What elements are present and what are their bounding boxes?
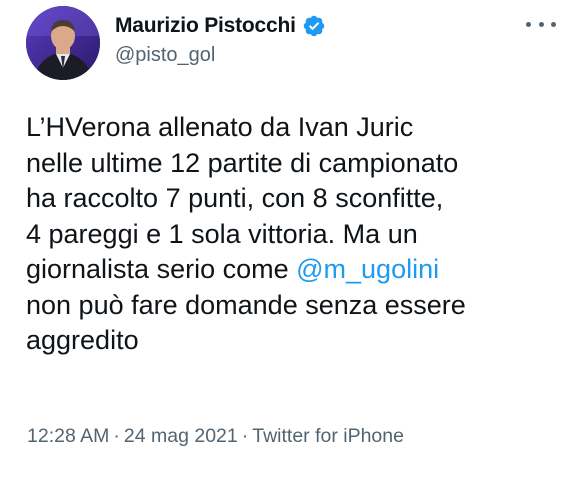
meta-separator: · xyxy=(241,425,249,447)
tweet-text-line: 4 pareggi e 1 sola vittoria. Ma un xyxy=(26,218,418,249)
tweet-meta: 12:28 AM · 24 mag 2021 · Twitter for iPhone xyxy=(27,425,404,448)
tweet-text-line: nelle ultime 12 partite di campionato xyxy=(26,147,459,178)
tweet-date[interactable]: 24 mag 2021 xyxy=(124,425,238,447)
tweet-text-line: giornalista serio come @m_ugolini xyxy=(26,252,571,288)
more-dot-icon xyxy=(526,21,531,27)
avatar[interactable] xyxy=(26,6,100,80)
mention-link[interactable]: @m_ugolini xyxy=(296,254,439,284)
tweet-text: L’HVerona allenato da Ivan Juric nelle u… xyxy=(26,110,571,359)
tweet-card: Maurizio Pistocchi @pisto_gol L’HVerona … xyxy=(0,0,583,480)
author-handle[interactable]: @pisto_gol xyxy=(115,44,215,67)
tweet-time[interactable]: 12:28 AM xyxy=(27,425,109,447)
verified-badge-icon xyxy=(302,14,326,38)
tweet-text-line: L’HVerona allenato da Ivan Juric xyxy=(26,112,414,142)
tweet-text-line: ha raccolto 7 punti, con 8 sconfitte, xyxy=(26,183,444,213)
tweet-source[interactable]: Twitter for iPhone xyxy=(252,425,404,447)
tweet-text-line: aggredito xyxy=(26,325,139,355)
author-name-row[interactable]: Maurizio Pistocchi xyxy=(115,11,326,41)
tweet-text-line: non può fare domande senza essere xyxy=(26,289,466,320)
more-dot-icon xyxy=(538,21,544,27)
meta-separator: · xyxy=(113,425,120,447)
more-dot-icon xyxy=(551,21,556,27)
author-display-name[interactable]: Maurizio Pistocchi xyxy=(115,14,296,38)
tweet-text-segment: giornalista serio come xyxy=(26,254,297,284)
more-horizontal-icon[interactable] xyxy=(526,14,556,34)
